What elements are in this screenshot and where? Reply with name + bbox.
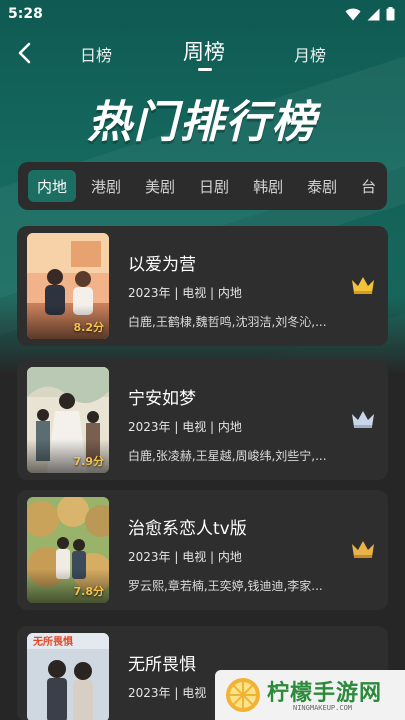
show-title: 无所畏惧 [128,655,196,675]
tab-monthly[interactable]: 月榜 [294,42,326,66]
top-navigation: 日榜 周榜 月榜 [0,32,405,78]
tab-daily[interactable]: 日榜 [80,42,112,66]
show-title: 以爱为营 [128,255,196,275]
status-bar: 5:28 [0,0,405,28]
watermark-url: NINGMAKEUP.COM [293,704,353,712]
site-watermark: 柠檬手游网 NINGMAKEUP.COM [215,670,405,720]
show-meta: 2023年 | 电视 | 内地 [128,420,242,434]
poster-image[interactable]: 7.9分 [27,367,109,473]
show-meta: 2023年 | 电视 [128,686,207,700]
ranking-card[interactable]: 8.2分 以爱为营 2023年 | 电视 | 内地 白鹿,王鹤棣,魏哲鸣,沈羽洁… [17,226,388,346]
category-chip-japanese[interactable]: 日剧 [190,170,238,202]
category-chip-american[interactable]: 美剧 [136,170,184,202]
status-time: 5:28 [8,6,43,22]
svg-text:无所畏惧: 无所畏惧 [32,635,73,648]
signal-icon [367,8,380,20]
category-filter-bar: 内地 港剧 美剧 日剧 韩剧 泰剧 台 [18,162,387,210]
battery-icon [386,7,395,21]
show-title: 治愈系恋人tv版 [128,519,247,539]
category-chip-korean[interactable]: 韩剧 [244,170,292,202]
tab-indicator [198,68,212,71]
poster-image[interactable]: 无所畏惧 [27,633,109,720]
category-chip-taiwan[interactable]: 台 [352,170,385,202]
show-meta: 2023年 | 电视 | 内地 [128,286,242,300]
show-cast: 白鹿,王鹤棣,魏哲鸣,沈羽洁,刘冬沁,... [128,315,327,329]
category-chip-mainland[interactable]: 内地 [28,170,77,202]
silver-crown-icon [352,411,374,428]
status-icons [345,7,395,21]
gold-crown-icon [352,277,374,294]
show-title: 宁安如梦 [128,389,196,409]
back-button[interactable] [10,38,40,68]
wifi-icon [345,8,361,20]
show-cast: 白鹿,张凌赫,王星越,周峻纬,刘些宁,... [128,449,327,463]
lemon-logo-icon [226,678,260,712]
chevron-left-icon [18,42,31,64]
ranking-card[interactable]: 7.8分 治愈系恋人tv版 2023年 | 电视 | 内地 罗云熙,章若楠,王奕… [17,490,388,610]
rating-badge: 7.8分 [73,585,105,598]
rating-badge: 7.9分 [73,455,105,468]
bronze-crown-icon [352,541,374,558]
show-cast: 罗云熙,章若楠,王奕婷,钱迪迪,李家... [128,579,323,593]
ranking-card[interactable]: 7.9分 宁安如梦 2023年 | 电视 | 内地 白鹿,张凌赫,王星越,周峻纬… [17,360,388,480]
poster-image[interactable]: 8.2分 [27,233,109,339]
tab-weekly[interactable]: 周榜 [183,36,225,66]
rating-badge: 8.2分 [73,321,105,334]
poster-image[interactable]: 7.8分 [27,497,109,603]
show-meta: 2023年 | 电视 | 内地 [128,550,242,564]
watermark-title: 柠檬手游网 [267,681,383,706]
category-chip-hongkong[interactable]: 港剧 [82,170,130,202]
page-title: 热门排行榜 [87,97,318,148]
category-chip-thai[interactable]: 泰剧 [298,170,346,202]
